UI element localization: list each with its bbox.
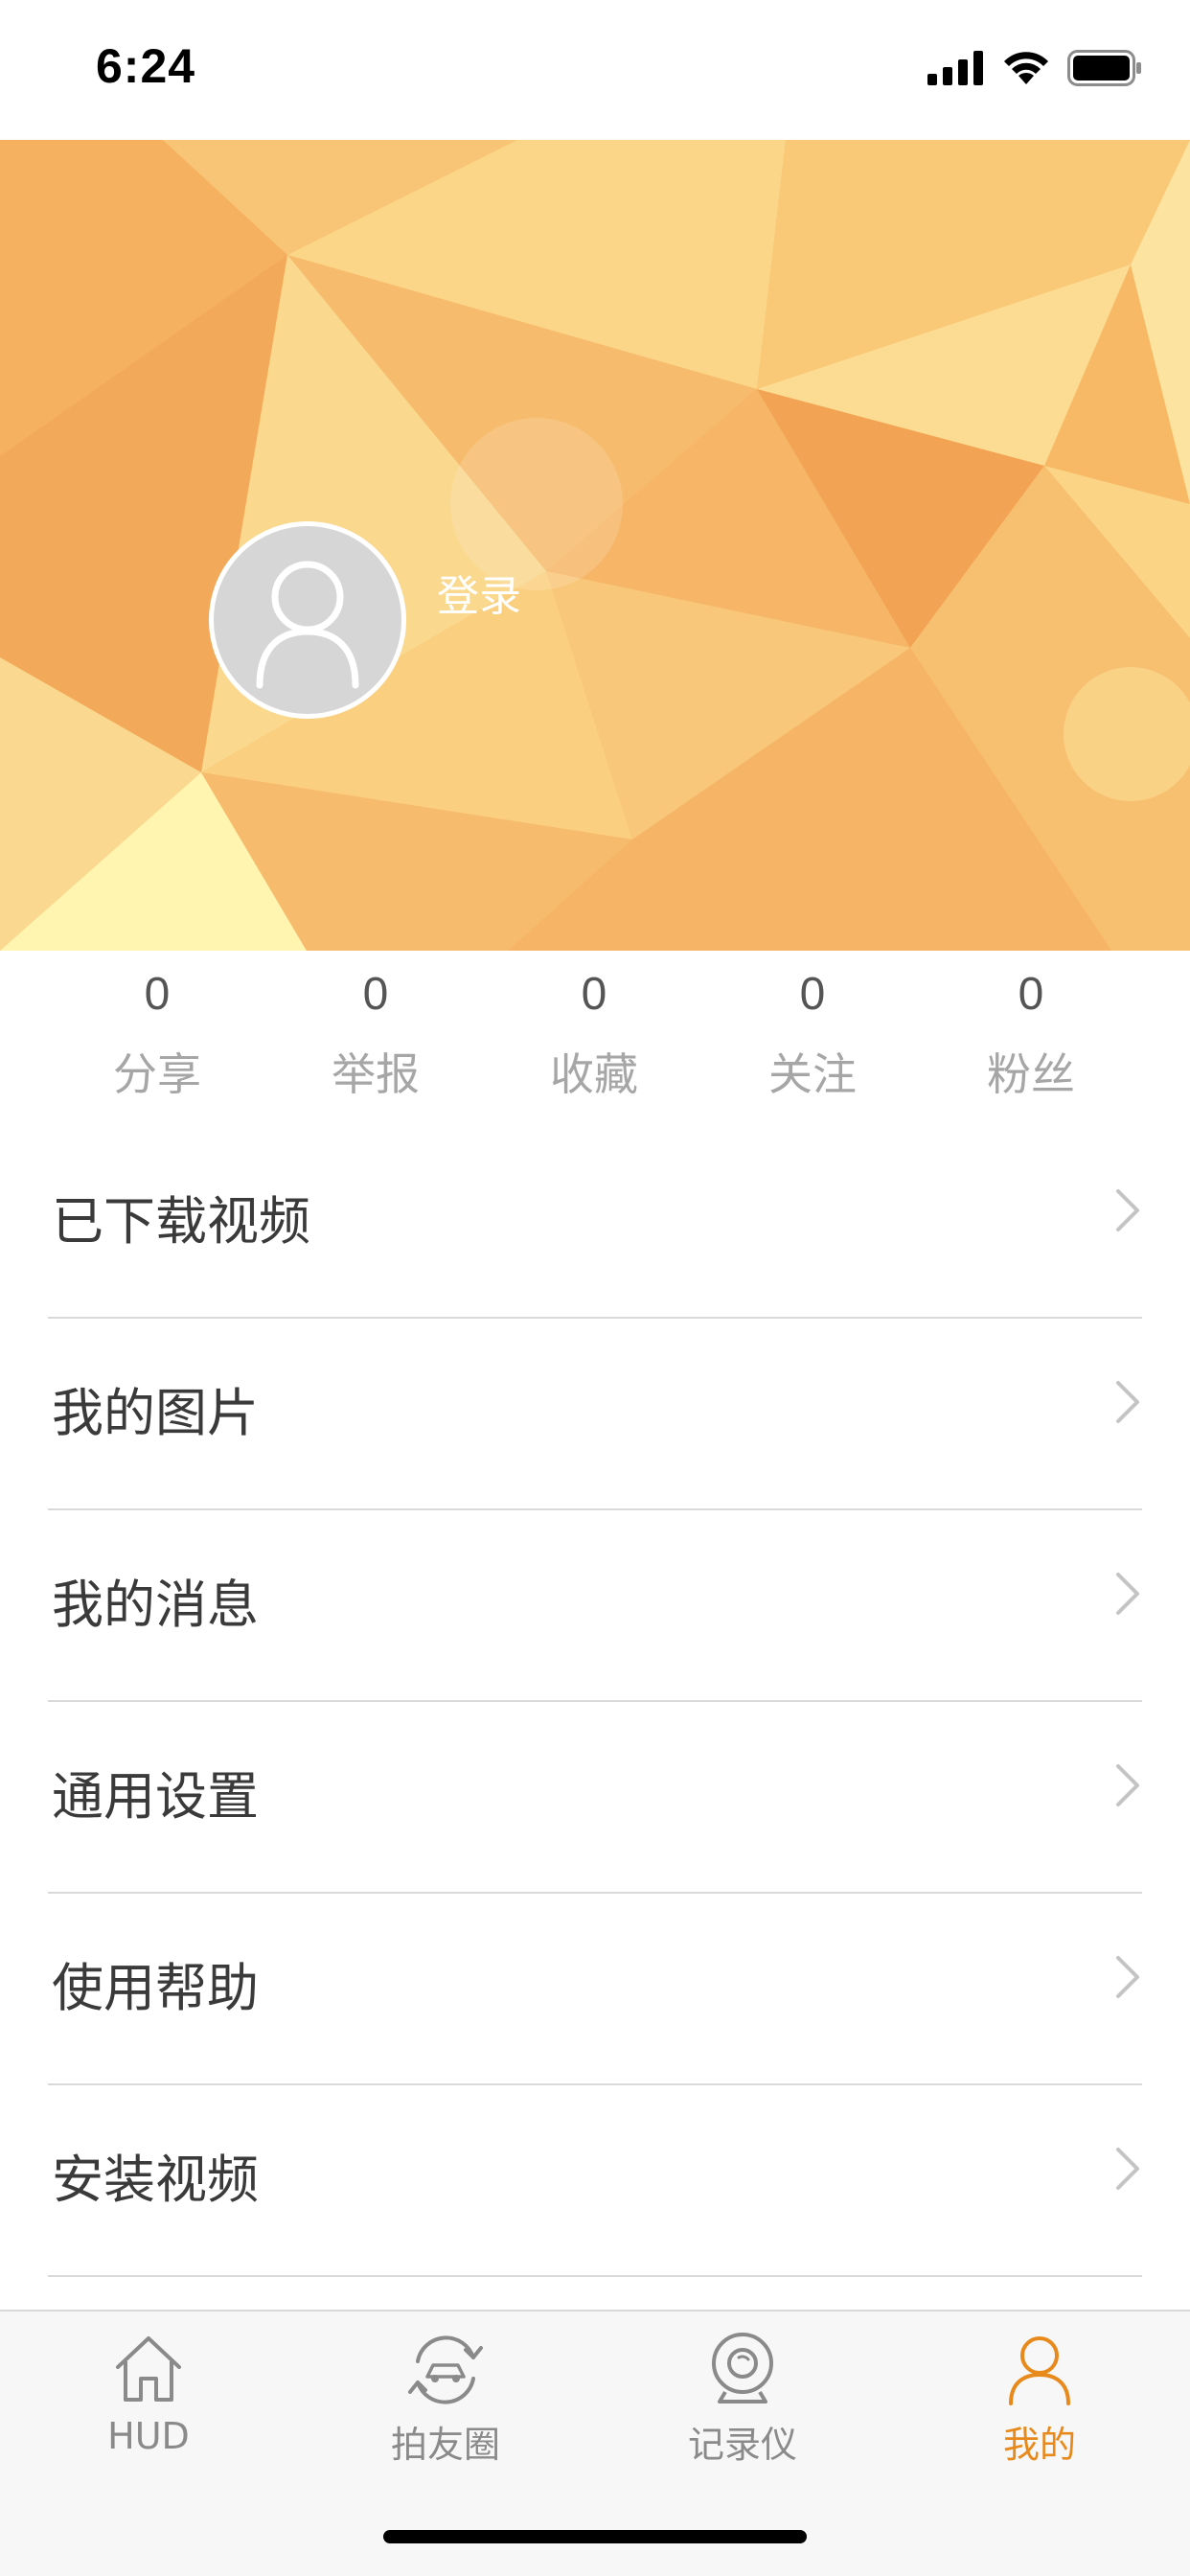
chevron-right-icon xyxy=(1116,1189,1139,1231)
status-icons xyxy=(927,50,1144,86)
menu-item-label: 使用帮助 xyxy=(52,1958,259,2018)
menu-item-label: 通用设置 xyxy=(52,1766,259,1827)
tab-dashcam[interactable]: 记录仪 xyxy=(647,2331,838,2474)
settings-menu: 已下载视频 我的图片 我的消息 通用设置 使用帮助 安装视频 xyxy=(0,1127,1190,2277)
stat-label: 关注 xyxy=(768,1048,857,1100)
tab-hud[interactable]: HUD xyxy=(53,2331,244,2474)
stat-label: 收藏 xyxy=(550,1048,638,1100)
tab-label: HUD xyxy=(107,2415,190,2457)
stat-fans[interactable]: 0 粉丝 xyxy=(922,951,1140,1123)
dashcam-icon xyxy=(712,2333,773,2404)
stat-count: 0 xyxy=(799,969,826,1020)
chevron-right-icon xyxy=(1116,1956,1139,1998)
avatar[interactable] xyxy=(209,521,406,719)
user-avatar-icon xyxy=(256,561,359,689)
status-bar: 6:24 xyxy=(0,0,1190,140)
chevron-right-icon xyxy=(1116,1381,1139,1423)
menu-item-my-pictures[interactable]: 我的图片 xyxy=(48,1319,1142,1510)
stat-following[interactable]: 0 关注 xyxy=(703,951,922,1123)
tab-mine[interactable]: 我的 xyxy=(944,2331,1135,2474)
battery-icon xyxy=(1067,50,1141,86)
menu-item-downloaded-videos[interactable]: 已下载视频 xyxy=(48,1127,1142,1319)
stat-count: 0 xyxy=(581,969,607,1020)
stats-row: 0 分享 0 举报 0 收藏 0 关注 0 粉丝 xyxy=(0,951,1190,1123)
stat-share[interactable]: 0 分享 xyxy=(48,951,266,1123)
person-icon xyxy=(1009,2336,1070,2405)
banner-background-image xyxy=(0,140,1190,951)
stat-count: 0 xyxy=(144,969,171,1020)
tab-label: 我的 xyxy=(1002,2424,1076,2466)
menu-item-label: 我的图片 xyxy=(52,1383,259,1443)
chevron-right-icon xyxy=(1116,2148,1139,2190)
menu-item-install-videos[interactable]: 安装视频 xyxy=(48,2085,1142,2277)
tab-label: 记录仪 xyxy=(687,2424,797,2466)
menu-item-label: 已下载视频 xyxy=(52,1191,310,1252)
tab-friends-circle[interactable]: 拍友圈 xyxy=(350,2331,541,2474)
stat-count: 0 xyxy=(362,969,389,1020)
signal-icon xyxy=(927,51,983,85)
menu-item-label: 安装视频 xyxy=(52,2150,259,2210)
home-indicator[interactable] xyxy=(383,2530,807,2543)
home-icon xyxy=(116,2336,181,2402)
stat-favorites[interactable]: 0 收藏 xyxy=(485,951,703,1123)
chevron-right-icon xyxy=(1116,1573,1139,1615)
stat-report[interactable]: 0 举报 xyxy=(266,951,485,1123)
stat-label: 粉丝 xyxy=(987,1048,1075,1100)
status-time: 6:24 xyxy=(96,39,196,93)
tab-label: 拍友圈 xyxy=(390,2424,500,2466)
wifi-icon xyxy=(1004,52,1048,84)
menu-item-label: 我的消息 xyxy=(52,1575,259,1635)
stat-label: 举报 xyxy=(332,1048,420,1100)
stat-count: 0 xyxy=(1018,969,1044,1020)
menu-item-my-messages[interactable]: 我的消息 xyxy=(48,1510,1142,1702)
menu-item-help[interactable]: 使用帮助 xyxy=(48,1894,1142,2085)
stat-label: 分享 xyxy=(113,1048,201,1100)
chevron-right-icon xyxy=(1116,1764,1139,1806)
car-refresh-icon xyxy=(408,2335,483,2404)
menu-item-general-settings[interactable]: 通用设置 xyxy=(48,1702,1142,1894)
login-link[interactable]: 登录 xyxy=(437,562,521,623)
profile-header-banner: 登录 xyxy=(0,140,1190,951)
